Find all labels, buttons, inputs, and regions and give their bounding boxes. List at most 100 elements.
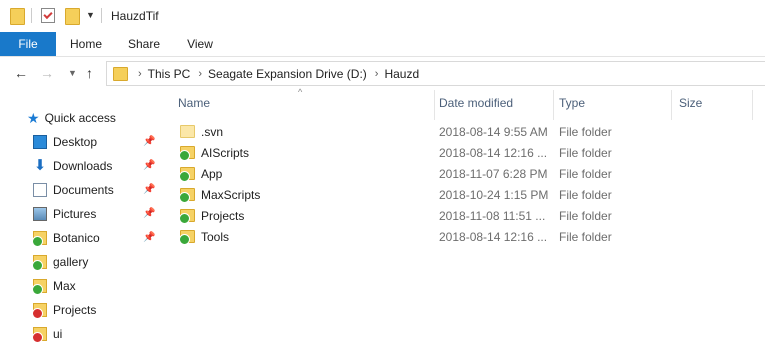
file-date: 2018-10-24 1:15 PM <box>439 187 549 202</box>
title-separator <box>101 8 102 23</box>
file-name: Tools <box>201 229 230 244</box>
file-row[interactable]: AIScripts 2018-08-14 12:16 ... File fold… <box>160 142 765 163</box>
ribbon-tabs: File Home Share View <box>0 32 765 57</box>
properties-icon[interactable] <box>41 8 55 23</box>
chevron-right-icon[interactable]: › <box>375 68 379 80</box>
sidebar-item-label: Pictures <box>53 207 97 221</box>
file-name: App <box>201 166 223 181</box>
breadcrumb-hauzd[interactable]: Hauzd <box>384 67 419 81</box>
sort-ascending-icon: ^ <box>298 87 303 97</box>
chevron-right-icon[interactable]: › <box>138 68 142 80</box>
tab-home[interactable]: Home <box>62 32 110 56</box>
file-type: File folder <box>559 145 612 160</box>
file-row[interactable]: .svn 2018-08-14 9:55 AM File folder <box>160 121 765 142</box>
column-header-size[interactable]: Size <box>679 96 702 110</box>
file-type: File folder <box>559 124 612 139</box>
column-divider[interactable] <box>434 90 435 120</box>
column-divider[interactable] <box>553 90 554 120</box>
quick-access[interactable]: ★ Quick access <box>27 108 116 128</box>
folder-error-icon <box>32 303 47 319</box>
file-row[interactable]: MaxScripts 2018-10-24 1:15 PM File folde… <box>160 184 765 205</box>
column-divider[interactable] <box>752 90 753 120</box>
sidebar-item-desktop[interactable]: Desktop <box>33 132 97 152</box>
title-bar: ▼ HauzdTif <box>0 0 765 32</box>
tab-file[interactable]: File <box>0 32 56 56</box>
file-type: File folder <box>559 229 612 244</box>
chevron-right-icon[interactable]: › <box>198 68 202 80</box>
address-bar[interactable]: › This PC › Seagate Expansion Drive (D:)… <box>106 61 765 86</box>
column-header-date[interactable]: Date modified <box>439 96 513 110</box>
folder-ok-icon <box>32 255 47 271</box>
breadcrumb-this-pc[interactable]: This PC <box>148 67 191 81</box>
file-type: File folder <box>559 166 612 181</box>
file-date: 2018-11-08 11:51 ... <box>439 208 546 223</box>
sidebar-item-downloads[interactable]: ⬇ Downloads <box>33 156 113 176</box>
sidebar-item-label: Botanico <box>53 231 100 245</box>
column-header-name[interactable]: Name <box>178 96 210 110</box>
navigation-pane: ★ Quick access Desktop 📌 ⬇ Downloads 📌 D… <box>0 104 160 357</box>
documents-icon <box>33 183 47 197</box>
file-date: 2018-11-07 6:28 PM <box>439 166 548 181</box>
file-row[interactable]: Tools 2018-08-14 12:16 ... File folder <box>160 226 765 247</box>
sidebar-item-label: ui <box>53 327 63 341</box>
file-list: ^ Name Date modified Type Size .svn 2018… <box>160 87 765 357</box>
file-name: AIScripts <box>201 145 250 160</box>
window-title: HauzdTif <box>111 9 159 23</box>
pin-icon[interactable]: 📌 <box>143 208 155 219</box>
file-name: MaxScripts <box>201 187 261 202</box>
location-folder-icon <box>113 66 128 81</box>
folder-ok-icon <box>179 167 195 182</box>
tab-view[interactable]: View <box>176 32 224 56</box>
file-type: File folder <box>559 208 612 223</box>
sidebar-item-botanico[interactable]: Botanico <box>32 228 100 248</box>
folder-ok-icon <box>179 146 195 161</box>
breadcrumb-drive[interactable]: Seagate Expansion Drive (D:) <box>208 67 367 81</box>
sidebar-item-label: Desktop <box>53 135 98 149</box>
column-divider[interactable] <box>671 90 672 120</box>
sidebar-item-label: Downloads <box>53 159 113 173</box>
folder-ok-icon <box>179 209 195 224</box>
sidebar-item-label: Projects <box>53 303 97 317</box>
file-type: File folder <box>559 187 612 202</box>
pin-icon[interactable]: 📌 <box>143 160 155 171</box>
sidebar-item-ui[interactable]: ui <box>32 324 63 344</box>
sidebar-item-projects[interactable]: Projects <box>32 300 97 320</box>
file-date: 2018-08-14 12:16 ... <box>439 145 548 160</box>
folder-ok-icon <box>32 279 47 295</box>
title-separator <box>31 8 32 23</box>
sidebar-item-documents[interactable]: Documents <box>33 180 114 200</box>
recent-locations-chevron-icon[interactable]: ▼ <box>68 68 77 78</box>
desktop-icon <box>33 135 47 149</box>
column-header-type[interactable]: Type <box>559 96 585 110</box>
pin-icon[interactable]: 📌 <box>143 232 155 243</box>
back-arrow-icon[interactable]: ← <box>14 65 28 81</box>
tab-share[interactable]: Share <box>120 32 168 56</box>
up-arrow-icon[interactable]: ↑ <box>86 65 93 81</box>
file-date: 2018-08-14 9:55 AM <box>439 124 548 139</box>
app-folder-icon <box>10 8 25 25</box>
star-icon: ★ <box>27 109 40 126</box>
sidebar-item-pictures[interactable]: Pictures <box>33 204 96 224</box>
new-folder-icon[interactable] <box>65 8 80 25</box>
folder-error-icon <box>32 327 47 343</box>
pin-icon[interactable]: 📌 <box>143 184 155 195</box>
downloads-icon: ⬇ <box>33 157 47 174</box>
quick-access-label: Quick access <box>44 111 116 125</box>
folder-ok-icon <box>32 231 47 247</box>
sidebar-item-label: Max <box>53 279 76 293</box>
file-date: 2018-08-14 12:16 ... <box>439 229 548 244</box>
file-name: .svn <box>201 124 224 139</box>
sidebar-item-label: gallery <box>53 255 89 269</box>
pictures-icon <box>33 207 47 221</box>
sidebar-item-max[interactable]: Max <box>32 276 76 296</box>
folder-icon <box>180 125 195 138</box>
pin-icon[interactable]: 📌 <box>143 136 155 147</box>
folder-ok-icon <box>179 188 195 203</box>
file-row[interactable]: Projects 2018-11-08 11:51 ... File folde… <box>160 205 765 226</box>
navigation-bar: ← → ▼ ↑ › This PC › Seagate Expansion Dr… <box>0 57 765 90</box>
customize-qat-icon[interactable]: ▼ <box>86 10 95 20</box>
folder-ok-icon <box>179 230 195 245</box>
file-row[interactable]: App 2018-11-07 6:28 PM File folder <box>160 163 765 184</box>
forward-arrow-icon[interactable]: → <box>40 65 54 81</box>
sidebar-item-gallery[interactable]: gallery <box>32 252 89 272</box>
